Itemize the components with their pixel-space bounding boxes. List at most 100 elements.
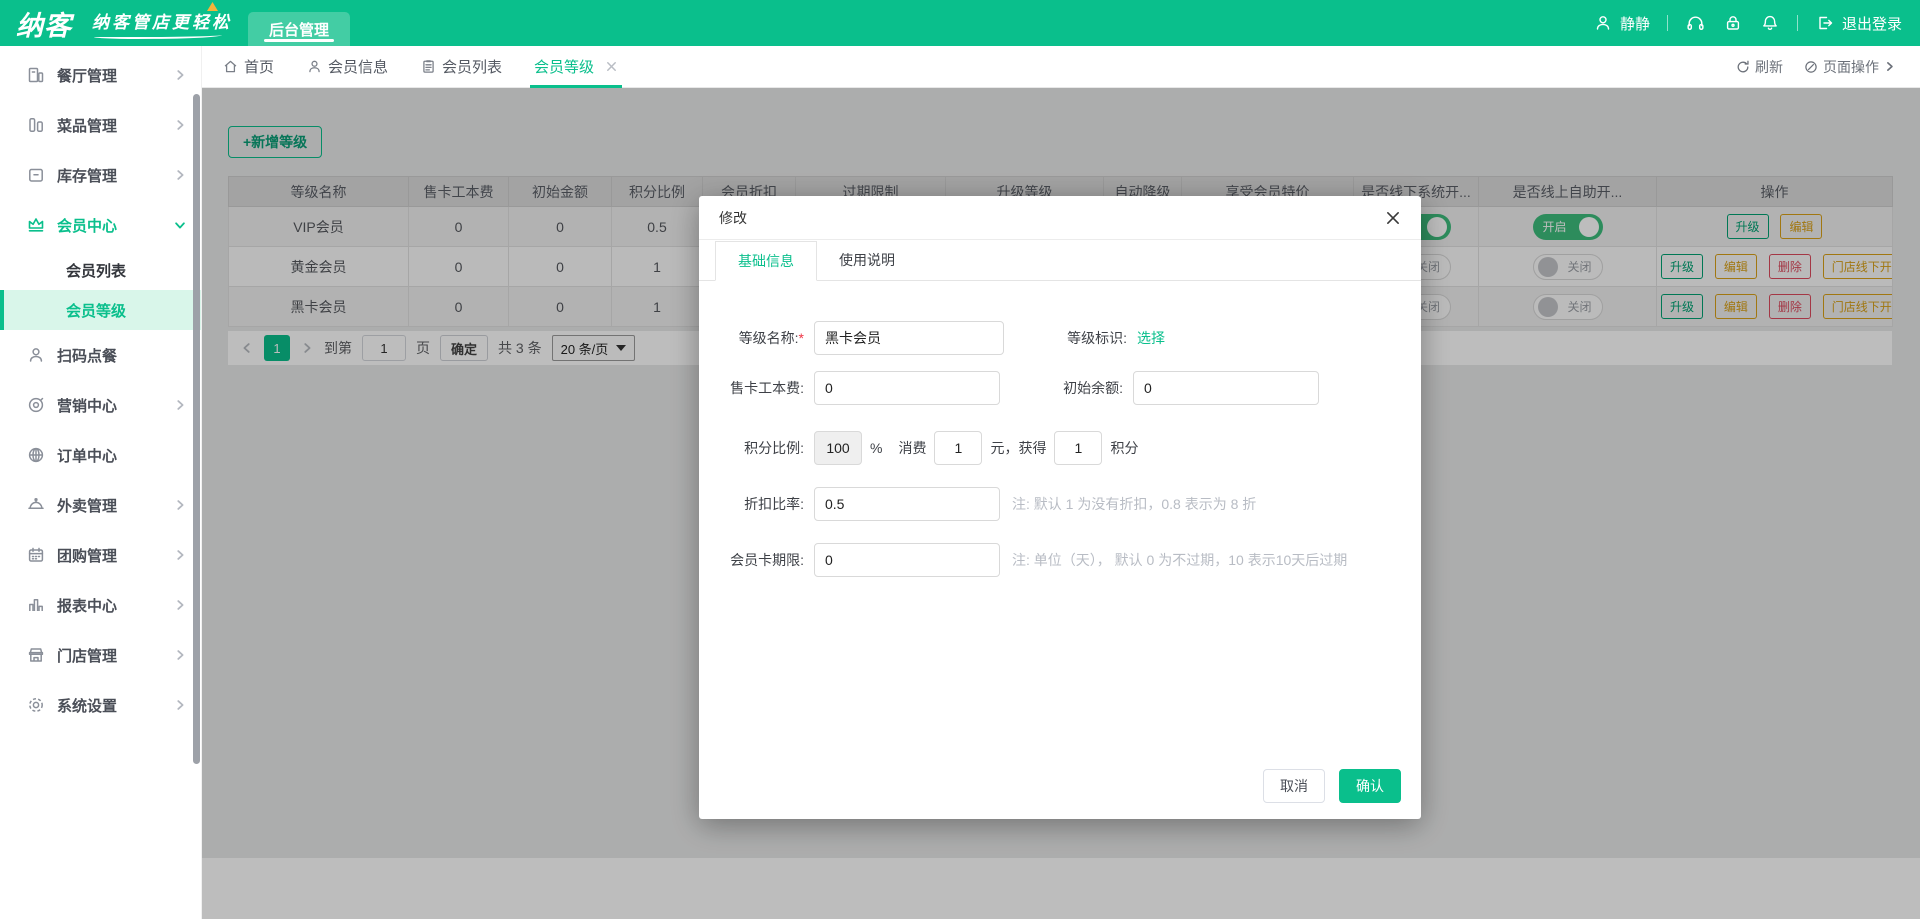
refresh-button[interactable]: 刷新 [1735,57,1783,77]
level-badge-label: 等级标识: [1051,328,1137,348]
points-unit-label: 积分 [1110,438,1138,458]
cancel-button[interactable]: 取消 [1263,769,1325,803]
divider [1797,15,1798,31]
topbar-right: 静静 退出登录 [1593,0,1902,46]
divider [1667,15,1668,31]
expiry-note: 注: 单位（天）， 默认 0 为不过期，10 表示10天后过期 [1012,550,1347,570]
bar-chart-icon [26,595,46,615]
sidebar-item-orders[interactable]: 订单中心 [0,430,201,480]
logout-button[interactable]: 退出登录 [1815,13,1902,34]
tab-close-icon[interactable] [605,60,618,73]
card-fee-input[interactable] [814,371,1000,405]
expiry-row: 会员卡期限: 注: 单位（天）， 默认 0 为不过期，10 表示10天后过期 [719,543,1401,577]
modal-title: 修改 [719,208,747,228]
globe-icon [26,445,46,465]
modal-header: 修改 [699,196,1421,240]
tab-home[interactable]: 首页 [222,46,274,88]
username: 静静 [1620,13,1650,34]
sidebar-item-scan-order[interactable]: 扫码点餐 [0,330,201,380]
edit-level-modal: 修改 基础信息 使用说明 等级名称:* 等级标识: 选择 售卡工本费: 初始余额… [699,196,1421,819]
page-tabbar: 首页 会员信息 会员列表 会员等级 刷新 页面操作 [202,46,1920,88]
gear-icon [26,695,46,715]
chevron-right-icon [173,168,187,182]
confirm-button[interactable]: 确认 [1339,769,1401,803]
refresh-icon [1735,59,1751,75]
modal-tab-basic-info[interactable]: 基础信息 [715,241,817,281]
sidebar-item-inventory[interactable]: 库存管理 [0,150,201,200]
chevron-right-icon [173,698,187,712]
card-fee-row: 售卡工本费: 初始余额: [719,371,1401,405]
chevron-right-icon [173,598,187,612]
initial-balance-input[interactable] [1133,371,1319,405]
slogan: 纳客管店更轻松 [92,8,232,39]
clipboard-icon [420,58,437,75]
sidebar-item-restaurant[interactable]: 餐厅管理 [0,50,201,100]
points-ratio-row: 积分比例: % 消费 元，获得 积分 [719,431,1401,465]
user-icon [1593,13,1613,33]
storefront-icon [26,645,46,665]
nav-tab-backend[interactable]: 后台管理 [248,12,350,46]
modal-tabs: 基础信息 使用说明 [699,240,1421,281]
discount-label: 折扣比率: [719,494,814,514]
consume-amount-input[interactable] [934,431,982,465]
lock-icon[interactable] [1723,13,1743,33]
close-icon[interactable] [1385,210,1401,226]
tab-member-info[interactable]: 会员信息 [306,46,388,88]
calendar-icon [26,545,46,565]
page-operations-button[interactable]: 页面操作 [1803,57,1896,77]
discount-row: 折扣比率: 注: 默认 1 为没有折扣，0.8 表示为 8 折 [719,487,1401,521]
consume-label: 消费 [898,438,926,458]
sidebar-item-takeout[interactable]: 外卖管理 [0,480,201,530]
yuan-gain-label: 元，获得 [990,438,1046,458]
chevron-right-icon [173,118,187,132]
home-icon [222,58,239,75]
sidebar-subitem-member-level[interactable]: 会员等级 [0,290,201,330]
logo-text: 纳客 [16,4,72,43]
expiry-label: 会员卡期限: [719,550,814,570]
expiry-input[interactable] [814,543,1000,577]
sidebar-item-reports[interactable]: 报表中心 [0,580,201,630]
sidebar-scrollbar[interactable] [193,94,200,764]
cloche-icon [26,495,46,515]
required-asterisk: * [799,330,804,346]
gauge-icon [1803,59,1819,75]
initial-balance-label: 初始余额: [1047,378,1133,398]
choose-badge-link[interactable]: 选择 [1137,328,1165,348]
sidebar-item-dishes[interactable]: 菜品管理 [0,100,201,150]
discount-note: 注: 默认 1 为没有折扣，0.8 表示为 8 折 [1012,494,1256,514]
dish-icon [26,115,46,135]
sidebar-item-groupon[interactable]: 团购管理 [0,530,201,580]
chevron-right-icon [1883,60,1896,73]
tab-member-list[interactable]: 会员列表 [420,46,502,88]
slogan-underline [94,33,222,39]
notification-bell-icon[interactable] [1760,13,1780,33]
level-name-input[interactable] [814,321,1004,355]
sidebar-item-member-center[interactable]: 会员中心 [0,200,201,250]
chevron-down-icon [173,218,187,232]
support-headset-icon[interactable] [1685,13,1706,34]
chevron-right-icon [173,398,187,412]
sidebar-item-stores[interactable]: 门店管理 [0,630,201,680]
logout-icon [1815,13,1835,33]
user-menu[interactable]: 静静 [1593,13,1650,34]
restaurant-icon [26,65,46,85]
target-icon [26,395,46,415]
percent-sign: % [870,440,882,456]
sidebar-item-settings[interactable]: 系统设置 [0,680,201,730]
card-fee-label: 售卡工本费: [719,378,814,398]
gain-points-input[interactable] [1054,431,1102,465]
sidebar-subitem-member-list[interactable]: 会员列表 [0,250,201,290]
member-icon [306,58,323,75]
discount-input[interactable] [814,487,1000,521]
chevron-right-icon [173,548,187,562]
tab-member-level[interactable]: 会员等级 [534,46,618,88]
points-ratio-label: 积分比例: [719,438,814,458]
sidebar: 餐厅管理 菜品管理 库存管理 会员中心 会员列表 会员等级 扫码点餐 营销中心 … [0,46,202,919]
modal-tab-usage[interactable]: 使用说明 [817,240,917,280]
points-ratio-input[interactable] [814,431,862,465]
modal-body: 等级名称:* 等级标识: 选择 售卡工本费: 初始余额: 积分比例: % 消费 … [699,281,1421,577]
sidebar-item-marketing[interactable]: 营销中心 [0,380,201,430]
crown-icon [26,215,46,235]
modal-footer: 取消 确认 [1263,769,1401,803]
chevron-right-icon [173,68,187,82]
